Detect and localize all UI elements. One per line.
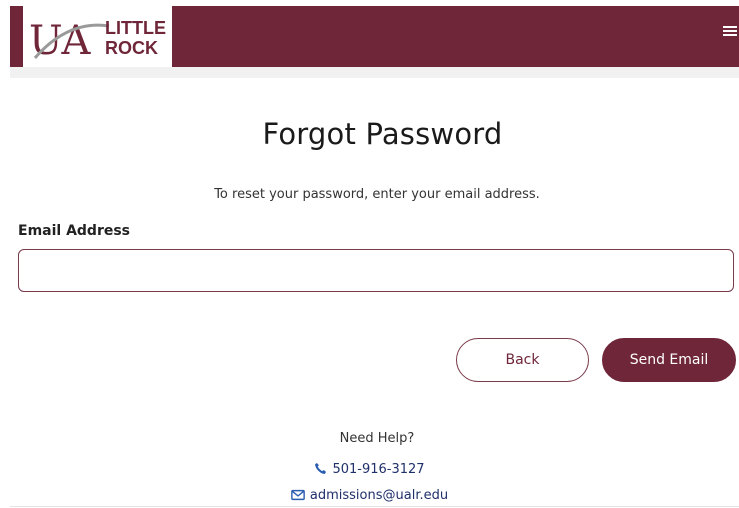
logo-graphic: UA LITTLE ROCK bbox=[29, 18, 166, 64]
envelope-icon bbox=[291, 489, 305, 505]
help-phone: 501-916-3127 bbox=[0, 462, 739, 479]
phone-icon bbox=[314, 462, 327, 479]
help-email: admissions@ualr.edu bbox=[0, 488, 739, 505]
page-title: Forgot Password bbox=[262, 117, 503, 151]
logo-text-rock: ROCK bbox=[105, 38, 158, 58]
back-button[interactable]: Back bbox=[456, 338, 589, 382]
site-header: UA LITTLE ROCK bbox=[10, 6, 739, 67]
help-heading: Need Help? bbox=[339, 431, 415, 446]
footer-divider bbox=[10, 506, 739, 507]
hamburger-menu-icon[interactable] bbox=[723, 26, 737, 40]
email-link[interactable]: admissions@ualr.edu bbox=[310, 488, 448, 503]
email-label: Email Address bbox=[18, 223, 131, 239]
logo-text-little: LITTLE bbox=[105, 18, 166, 38]
logo-monogram: UA bbox=[29, 18, 91, 64]
phone-link[interactable]: 501-916-3127 bbox=[332, 462, 424, 477]
email-field[interactable] bbox=[18, 249, 734, 292]
header-divider bbox=[10, 67, 739, 78]
send-email-button[interactable]: Send Email bbox=[602, 338, 736, 382]
ua-little-rock-logo[interactable]: UA LITTLE ROCK bbox=[23, 6, 172, 67]
page-instructions: To reset your password, enter your email… bbox=[214, 187, 540, 202]
